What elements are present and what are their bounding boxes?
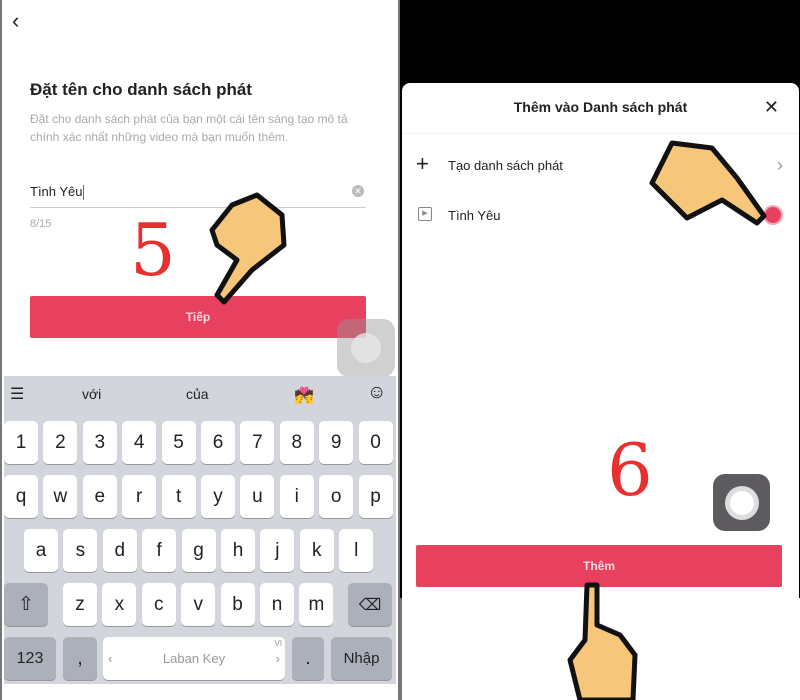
next-button[interactable]: Tiếp — [30, 296, 366, 338]
menu-icon[interactable]: ☰ — [10, 384, 24, 404]
playlist-icon: ▶ — [418, 207, 432, 221]
key-1[interactable]: 1 — [4, 421, 38, 464]
step-number-6: 6 — [607, 428, 653, 512]
shift-key[interactable]: ⇧ — [4, 583, 48, 626]
input-value: Tình Yêu — [30, 184, 83, 199]
key-g[interactable]: g — [181, 529, 216, 572]
key-z[interactable]: z — [63, 583, 97, 626]
char-count: 8/15 — [30, 218, 52, 230]
back-icon[interactable]: ‹ — [12, 8, 19, 34]
suggestion[interactable]: của — [186, 386, 209, 402]
sheet-title: Thêm vào Danh sách phát — [513, 99, 688, 115]
key-k[interactable]: k — [299, 529, 334, 572]
plus-icon: + — [416, 151, 429, 176]
key-3[interactable]: 3 — [82, 421, 117, 464]
key-p[interactable]: p — [358, 475, 393, 518]
key-x[interactable]: x — [102, 583, 137, 626]
key-h[interactable]: h — [221, 529, 255, 572]
key-o[interactable]: o — [319, 475, 354, 518]
pointing-hand-icon — [209, 192, 287, 305]
key-w[interactable]: w — [43, 475, 78, 518]
add-to-playlist-sheet: Thêm vào Danh sách phát ✕ + Tạo danh sác… — [402, 83, 799, 598]
key-8[interactable]: 8 — [279, 421, 314, 464]
page-description: Đặt cho danh sách phát của bạn một cái t… — [30, 112, 348, 144]
comma-key[interactable]: , — [63, 637, 97, 680]
clear-icon[interactable]: ✕ — [352, 185, 364, 197]
key-9[interactable]: 9 — [319, 421, 354, 464]
playlist-name-input[interactable]: Tình Yêu ✕ — [30, 180, 366, 208]
key-u[interactable]: u — [240, 475, 275, 518]
key-t[interactable]: t — [161, 475, 196, 518]
emoji-icon[interactable]: ☺ — [367, 382, 386, 404]
key-2[interactable]: 2 — [43, 421, 78, 464]
create-playlist-label: Tạo danh sách phát — [448, 158, 563, 173]
key-f[interactable]: f — [142, 529, 177, 572]
key-a[interactable]: a — [24, 529, 58, 572]
chevron-left-icon: ‹ — [108, 651, 113, 666]
key-v[interactable]: v — [181, 583, 216, 626]
assistive-touch-button[interactable] — [713, 474, 770, 531]
space-key[interactable]: ‹ Laban Key › VI — [103, 637, 285, 680]
key-4[interactable]: 4 — [122, 421, 157, 464]
key-s[interactable]: s — [63, 529, 98, 572]
key-m[interactable]: m — [299, 583, 334, 626]
chevron-right-icon: › — [275, 651, 280, 666]
pointing-hand-icon — [567, 582, 638, 700]
key-d[interactable]: d — [102, 529, 137, 572]
key-y[interactable]: y — [201, 475, 235, 518]
numbers-key[interactable]: 123 — [4, 637, 56, 680]
key-0[interactable]: 0 — [358, 421, 393, 464]
close-icon[interactable]: ✕ — [764, 97, 779, 118]
space-label: Laban Key — [162, 651, 226, 666]
pointing-hand-icon — [649, 140, 767, 226]
keyboard: ☰ với của 💏 ☺ 1234567890qwertyuiopasdfgh… — [4, 376, 396, 684]
key-n[interactable]: n — [260, 583, 294, 626]
language-label: VI — [274, 639, 282, 648]
divider — [402, 133, 799, 134]
text-caret — [82, 185, 84, 201]
key-b[interactable]: b — [220, 583, 255, 626]
emoji-suggestion-icon[interactable]: 💏 — [294, 386, 314, 406]
key-e[interactable]: e — [82, 475, 117, 518]
key-q[interactable]: q — [4, 475, 38, 518]
period-key[interactable]: . — [292, 637, 324, 680]
key-7[interactable]: 7 — [240, 421, 275, 464]
step-number-5: 5 — [130, 208, 176, 292]
suggestion[interactable]: với — [82, 386, 101, 402]
assistive-touch-button[interactable] — [337, 319, 395, 377]
enter-key[interactable]: Nhập — [331, 637, 392, 680]
rename-playlist-screen: ‹ Đặt tên cho danh sách phát Đặt cho dan… — [0, 0, 400, 700]
key-l[interactable]: l — [339, 529, 374, 572]
suggestion-bar: ☰ với của 💏 ☺ — [4, 376, 396, 414]
page-title: Đặt tên cho danh sách phát — [30, 80, 252, 99]
key-j[interactable]: j — [260, 529, 295, 572]
key-6[interactable]: 6 — [201, 421, 235, 464]
key-i[interactable]: i — [279, 475, 314, 518]
backspace-key[interactable]: ⌫ — [348, 583, 392, 626]
key-r[interactable]: r — [122, 475, 157, 518]
playlist-name: Tình Yêu — [448, 208, 501, 223]
key-c[interactable]: c — [141, 583, 176, 626]
key-5[interactable]: 5 — [161, 421, 196, 464]
